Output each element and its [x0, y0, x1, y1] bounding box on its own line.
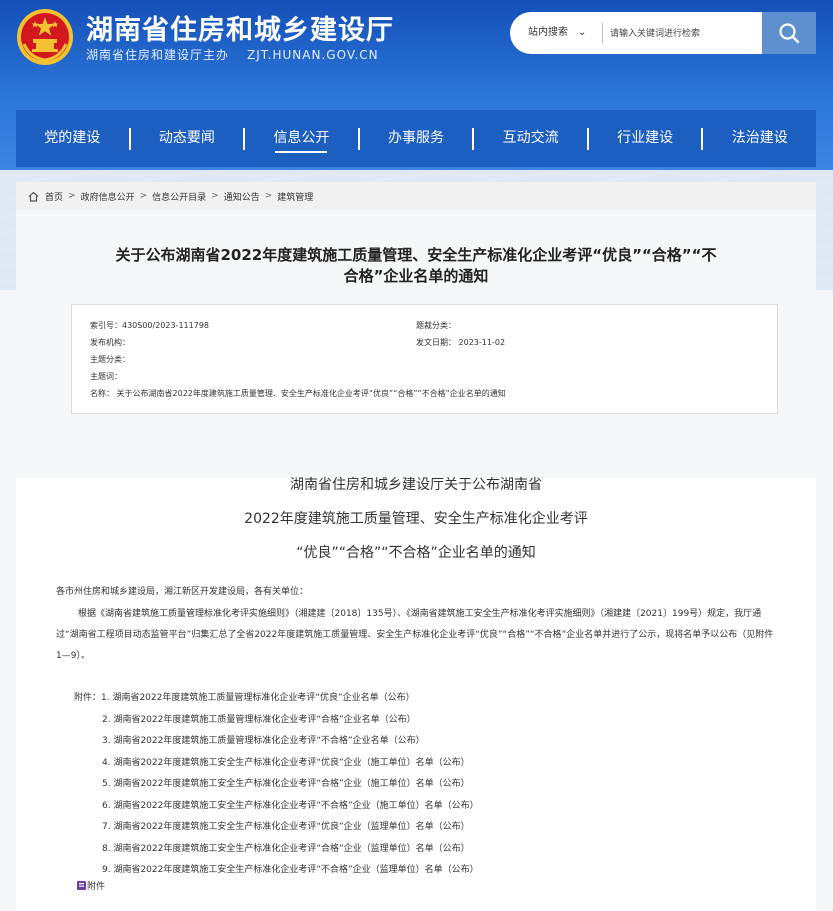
breadcrumb-info-directory[interactable]: 信息公开目录 — [152, 190, 206, 203]
meta-index-no: 索引号：430S00/2023-111798 — [90, 321, 210, 330]
meta-keywords: 主题词： — [90, 372, 122, 381]
breadcrumb-gov-info[interactable]: 政府信息公开 — [81, 190, 135, 203]
content-card: 首页 > 政府信息公开 > 信息公开目录 > 通知公告 > 建筑管理 关于公布湖… — [16, 182, 816, 911]
attachment-link-9[interactable]: 9. 湖南省2022年度建筑施工安全生产标准化企业考评“不合格”企业（监理单位）… — [102, 862, 479, 875]
site-domain[interactable]: ZJT.HUNAN.GOV.CN — [247, 48, 379, 62]
attachment-footer-label: 附件 — [87, 882, 106, 892]
nav-item-info-disclosure[interactable]: 信息公开 — [245, 110, 358, 167]
chevron-right-icon: > — [264, 191, 273, 201]
attachment-link-3[interactable]: 3. 湖南省2022年度建筑施工质量管理标准化企业考评“不合格”企业名单（公布） — [102, 733, 425, 746]
home-icon[interactable] — [28, 191, 39, 202]
site-subtitle: 湖南省住房和建设厅主办 ZJT.HUNAN.GOV.CN — [86, 46, 397, 63]
chevron-right-icon: > — [211, 191, 219, 201]
chevron-down-icon: ⌄ — [578, 27, 587, 38]
nav-active-underline — [275, 151, 328, 153]
nav-item-interaction[interactable]: 互动交流 — [474, 110, 587, 167]
meta-topic: 主题分类： — [90, 355, 130, 364]
national-emblem-icon — [17, 9, 73, 65]
search-button[interactable] — [762, 12, 816, 54]
nav-item-news[interactable]: 动态要闻 — [131, 110, 244, 167]
search-scope-dropdown[interactable]: 站内搜索 ⌄ — [528, 12, 586, 54]
attachment-link-8[interactable]: 8. 湖南省2022年度建筑施工安全生产标准化企业考评“合格”企业（监理单位）名… — [102, 841, 470, 854]
meta-category: 题裁分类： — [416, 321, 456, 330]
salutation: 各市州住房和城乡建设局，湘江新区开发建设局，各有关单位： — [56, 587, 309, 597]
search-input[interactable] — [608, 20, 762, 48]
meta-publisher: 发布机构： — [90, 338, 130, 347]
main-nav: 党的建设 动态要闻 信息公开 办事服务 互动交流 行业建设 法治建设 — [16, 110, 816, 167]
document-metadata-box: 索引号：430S00/2023-111798 题裁分类： 发布机构： 发文日期：… — [71, 304, 778, 414]
nav-item-legal[interactable]: 法治建设 — [703, 110, 816, 167]
attachment-link-6[interactable]: 6. 湖南省2022年度建筑施工安全生产标准化企业考评“不合格”企业（施工单位）… — [102, 798, 479, 811]
page-title: 关于公布湖南省2022年度建筑施工质量管理、安全生产标准化企业考评“优良”“合格… — [115, 246, 717, 285]
search-scope-label: 站内搜索 — [528, 27, 568, 38]
article-title: 湖南省住房和城乡建设厅关于公布湖南省 2022年度建筑施工质量管理、安全生产标准… — [244, 477, 588, 561]
attachment-link-7[interactable]: 7. 湖南省2022年度建筑施工安全生产标准化企业考评“优良”企业（监理单位）名… — [102, 819, 470, 832]
breadcrumb: 首页 > 政府信息公开 > 信息公开目录 > 通知公告 > 建筑管理 — [16, 182, 816, 210]
attachment-link-1[interactable]: 附件：1. 湖南省2022年度建筑施工质量管理标准化企业考评“优良”企业名单（公… — [74, 690, 415, 703]
site-title[interactable]: 湖南省住房和城乡建设厅 — [86, 8, 394, 47]
attachment-link-5[interactable]: 5. 湖南省2022年度建筑施工安全生产标准化企业考评“合格”企业（施工单位）名… — [102, 776, 470, 789]
chevron-right-icon: > — [68, 191, 76, 201]
breadcrumb-home[interactable]: 首页 — [45, 190, 63, 203]
meta-issue-date: 发文日期： 2023-11-02 — [416, 338, 506, 347]
attachment-icon — [77, 881, 86, 890]
search-divider — [602, 23, 603, 43]
breadcrumb-notices[interactable]: 通知公告 — [224, 190, 260, 203]
chevron-right-icon: > — [139, 191, 148, 201]
search-bar: 站内搜索 ⌄ — [510, 12, 816, 54]
attachment-link-2[interactable]: 2. 湖南省2022年度建筑施工质量管理标准化企业考评“合格”企业名单（公布） — [102, 712, 416, 725]
nav-item-industry[interactable]: 行业建设 — [589, 110, 702, 167]
attachment-link-4[interactable]: 4. 湖南省2022年度建筑施工安全生产标准化企业考评“优良”企业（施工单位）名… — [102, 755, 470, 768]
site-sponsor: 湖南省住房和建设厅主办 — [86, 48, 230, 62]
attachment-footer[interactable]: 附件 — [76, 879, 105, 892]
nav-item-party[interactable]: 党的建设 — [16, 110, 129, 167]
meta-name: 名称： 关于公布湖南省2022年度建筑施工质量管理、安全生产标准化企业考评“优良… — [90, 389, 506, 398]
breadcrumb-building-mgmt[interactable]: 建筑管理 — [277, 190, 313, 203]
article-paragraph: 根据《湖南省建筑施工质量管理标准化考评实施细则》（湘建建〔2018〕135号）、… — [56, 609, 774, 661]
search-icon — [779, 23, 800, 44]
nav-item-services[interactable]: 办事服务 — [360, 110, 473, 167]
